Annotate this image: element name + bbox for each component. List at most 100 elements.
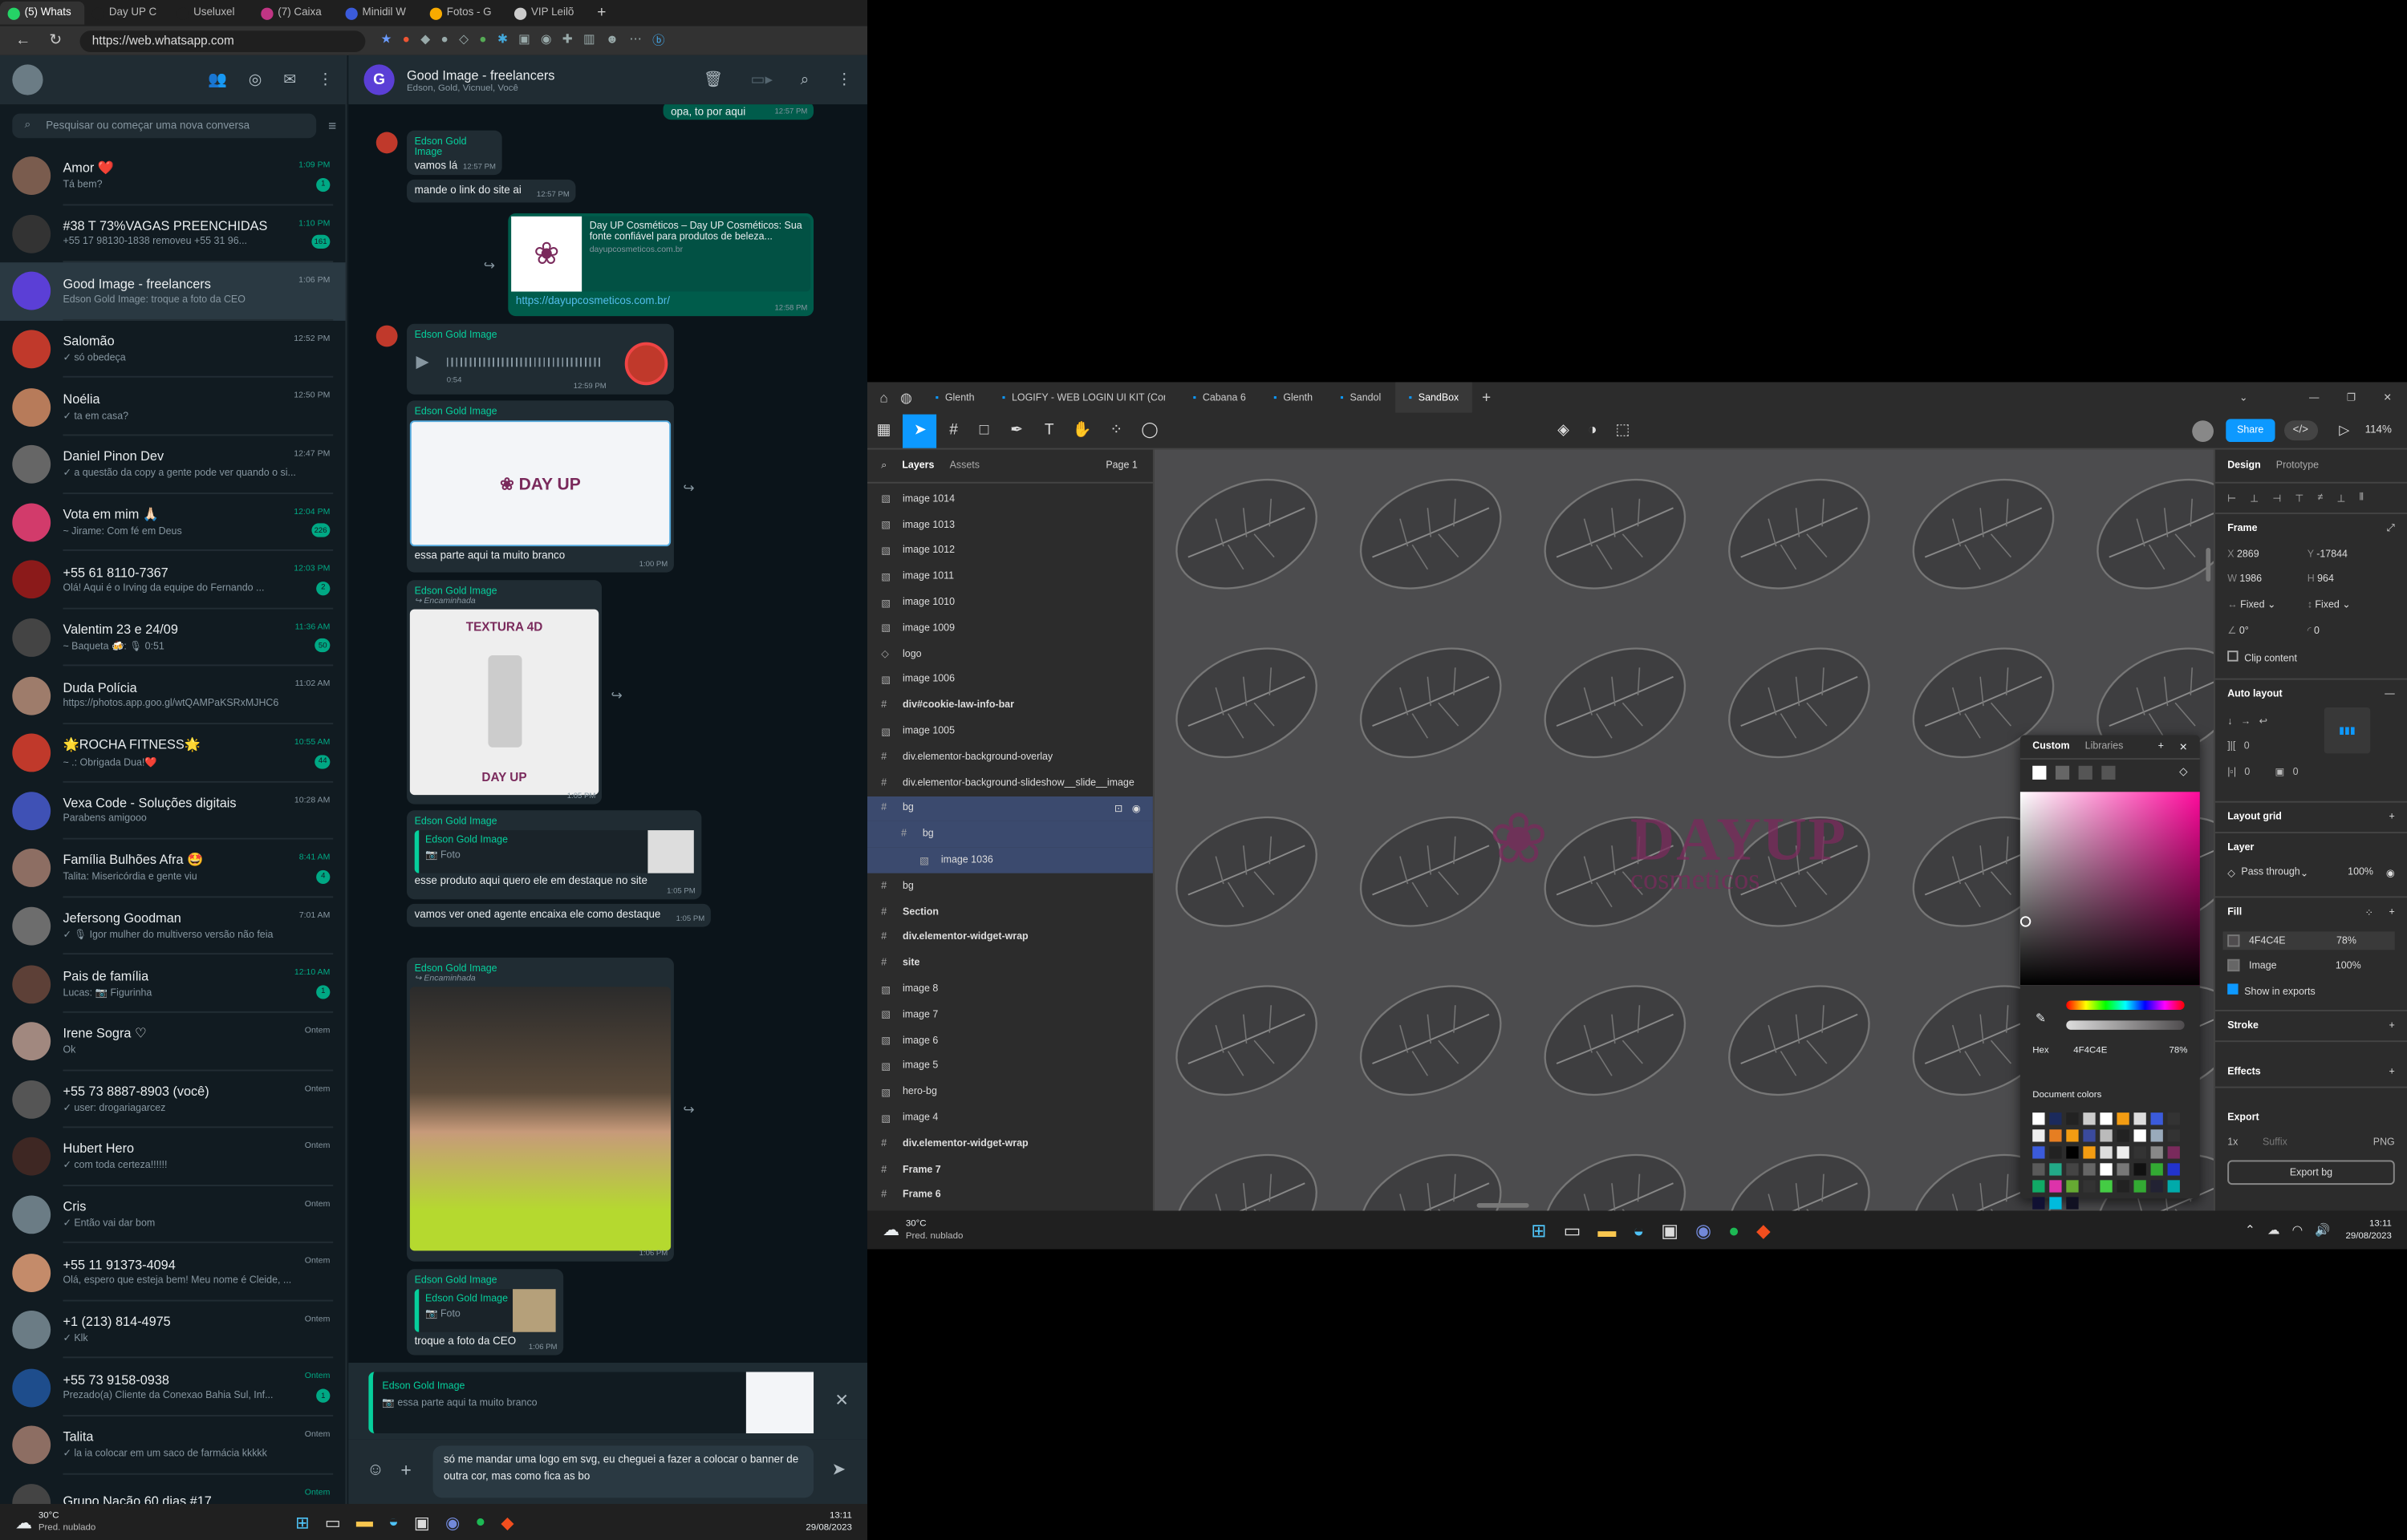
ext-icon[interactable]: ◇: [459, 32, 469, 49]
split-icon[interactable]: ▥: [583, 32, 595, 49]
add-icon[interactable]: +: [2389, 1020, 2394, 1031]
auto-layout-label[interactable]: Auto layout: [2227, 689, 2282, 699]
color-swatch[interactable]: [2100, 1163, 2113, 1176]
attach-icon[interactable]: +: [400, 1460, 411, 1481]
contrast-icon[interactable]: ◑: [1588, 422, 1597, 439]
audio-message[interactable]: Edson Gold Image ▶ 0:54 12:59 PM: [407, 323, 674, 395]
forward-icon[interactable]: ↪: [484, 257, 495, 274]
components-icon[interactable]: ⁘: [1110, 422, 1122, 439]
clock-time[interactable]: 13:11: [2345, 1218, 2392, 1230]
color-swatch[interactable]: [2049, 1163, 2062, 1176]
chat-item[interactable]: Salomão ✓ só obedeça 12:52 PM: [0, 320, 345, 379]
x-field[interactable]: X 2869: [2227, 549, 2307, 560]
share-button[interactable]: Share: [2226, 419, 2275, 443]
pen-tool-icon[interactable]: ✒: [1010, 422, 1023, 439]
eye-icon[interactable]: ◉: [1132, 803, 1141, 814]
add-icon[interactable]: +: [2158, 741, 2164, 752]
new-tab-icon[interactable]: +: [1482, 389, 1491, 406]
export-label[interactable]: Export: [2227, 1112, 2259, 1123]
layer-row[interactable]: # Section: [867, 899, 1153, 925]
chat-item[interactable]: Irene Sogra ♡ Ok Ontem: [0, 1013, 345, 1071]
menu-icon[interactable]: ⋮: [318, 71, 333, 88]
color-swatch[interactable]: [2100, 1129, 2113, 1142]
forward-icon[interactable]: ↪: [611, 687, 622, 704]
new-chat-icon[interactable]: ✉: [283, 71, 296, 88]
clip-content-checkbox[interactable]: Clip content: [2227, 650, 2395, 664]
height-sizing[interactable]: ↕ Fixed ⌄: [2308, 598, 2351, 610]
color-swatch[interactable]: [2066, 1112, 2079, 1125]
color-swatch[interactable]: [2100, 1112, 2113, 1125]
ext-icon[interactable]: ●: [440, 32, 448, 49]
group-avatar[interactable]: G: [363, 64, 395, 95]
status-icon[interactable]: ◎: [249, 71, 262, 88]
h-field[interactable]: H 964: [2308, 574, 2334, 585]
color-swatch[interactable]: [2117, 1112, 2129, 1125]
color-swatch[interactable]: [2167, 1180, 2180, 1193]
chat-item[interactable]: Valentim 23 e 24/09 ~ Baqueta 🍻: 🎙 0:51 11…: [0, 609, 345, 667]
trash-icon[interactable]: 🗑: [704, 71, 723, 88]
layout-grid-label[interactable]: Layout grid: [2227, 812, 2282, 822]
color-swatch[interactable]: [2117, 1129, 2129, 1142]
figma-file-tab[interactable]: ▪ SandBox: [1394, 382, 1473, 413]
sender-avatar[interactable]: [375, 325, 398, 347]
task-view-icon[interactable]: ▭: [1564, 1219, 1581, 1241]
quoted-message[interactable]: Edson Gold Image 📷 Foto: [414, 830, 694, 873]
hue-slider[interactable]: [2066, 1000, 2185, 1010]
color-swatch[interactable]: [2167, 1129, 2180, 1142]
minimize-icon[interactable]: —: [2309, 392, 2319, 403]
chevron-down-icon[interactable]: ⌄: [2239, 391, 2247, 403]
dev-mode-toggle[interactable]: </>: [2283, 420, 2318, 441]
layer-row[interactable]: ▧ image 1036: [867, 847, 1153, 873]
edge-icon[interactable]: ◒: [1633, 1219, 1644, 1241]
layer-row[interactable]: ▧ image 6: [867, 1027, 1153, 1053]
spotify-icon[interactable]: ●: [475, 1513, 485, 1533]
search-icon[interactable]: ⌕: [881, 460, 887, 472]
add-icon[interactable]: +: [2389, 1067, 2394, 1077]
website-screenshot-image[interactable]: ❀ DAY UP: [409, 420, 672, 547]
chat-item[interactable]: Pais de família Lucas: 📷 Figurinha 12:10 A…: [0, 955, 345, 1013]
color-swatch[interactable]: [2066, 1180, 2079, 1193]
play-icon[interactable]: ▶: [416, 351, 429, 371]
layer-row[interactable]: ▧ image 1013: [867, 513, 1153, 538]
color-swatch[interactable]: [2100, 1146, 2113, 1159]
color-swatch[interactable]: [2150, 1163, 2163, 1176]
browser-tab[interactable]: (5) Whats: [0, 1, 85, 25]
comment-icon[interactable]: ◯: [1141, 422, 1158, 439]
color-swatch[interactable]: [2167, 1146, 2180, 1159]
radius-field[interactable]: ◜ 0: [2308, 625, 2320, 637]
search-icon[interactable]: ⌕: [801, 71, 810, 88]
message-bubble[interactable]: opa, to por aqui 12:57 PM: [663, 104, 814, 120]
image-swatch[interactable]: [2227, 958, 2240, 972]
color-swatch[interactable]: [2032, 1112, 2045, 1125]
chat-item[interactable]: Duda Polícia https://photos.app.goo.gl/wt…: [0, 667, 345, 724]
color-swatch[interactable]: [2032, 1163, 2045, 1176]
color-swatch[interactable]: [2117, 1146, 2129, 1159]
fill-swatch[interactable]: [2227, 934, 2240, 947]
maximize-icon[interactable]: ❐: [2347, 391, 2356, 403]
blend-mode[interactable]: ◇ Pass through ⌄ 100% ◉: [2227, 867, 2395, 879]
chat-item[interactable]: Daniel Pinon Dev ✓ a questão da copy a ge…: [0, 436, 345, 494]
layer-row[interactable]: ▧ image 1011: [867, 564, 1153, 590]
chat-item[interactable]: Vota em mim 🙏🏻 ~ Jirame: Com fé em Deus 12…: [0, 493, 345, 552]
message-bubble[interactable]: mande o link do site ai 12:57 PM: [407, 179, 576, 203]
layer-row[interactable]: ▧ image 5: [867, 1054, 1153, 1080]
url-field[interactable]: https://web.whatsapp.com: [79, 30, 366, 52]
menu-icon[interactable]: ⋮: [837, 71, 852, 88]
solid-fill-icon[interactable]: [2032, 765, 2047, 780]
crop-icon[interactable]: ⬚: [1615, 422, 1630, 439]
ceo-photo[interactable]: [409, 987, 672, 1251]
layer-row[interactable]: # div.elementor-widget-wrap: [867, 1131, 1153, 1157]
color-swatch[interactable]: [2117, 1163, 2129, 1176]
ext-icon[interactable]: ●: [479, 32, 486, 49]
communities-icon[interactable]: 👥: [208, 71, 227, 88]
canvas-scrollbar[interactable]: [1476, 1203, 1529, 1208]
home-icon[interactable]: ⌂: [879, 390, 887, 405]
chat-item[interactable]: Amor ❤️ Tá bem? 1:09 PM 1: [0, 148, 345, 205]
padding-field[interactable]: |▫| 0 ▣ 0: [2227, 766, 2395, 778]
color-handle[interactable]: [2019, 916, 2032, 927]
my-avatar[interactable]: [12, 64, 43, 95]
assets-tab[interactable]: Assets: [950, 460, 980, 471]
chat-item[interactable]: +1 (213) 814-4975 ✓ Klk Ontem: [0, 1301, 345, 1360]
chat-item[interactable]: 🌟ROCHA FITNESS🌟 ~ .: Obrigada Dua!❤️ 10:55…: [0, 724, 345, 782]
fill-row[interactable]: 4F4C4E 78%: [2222, 931, 2395, 950]
